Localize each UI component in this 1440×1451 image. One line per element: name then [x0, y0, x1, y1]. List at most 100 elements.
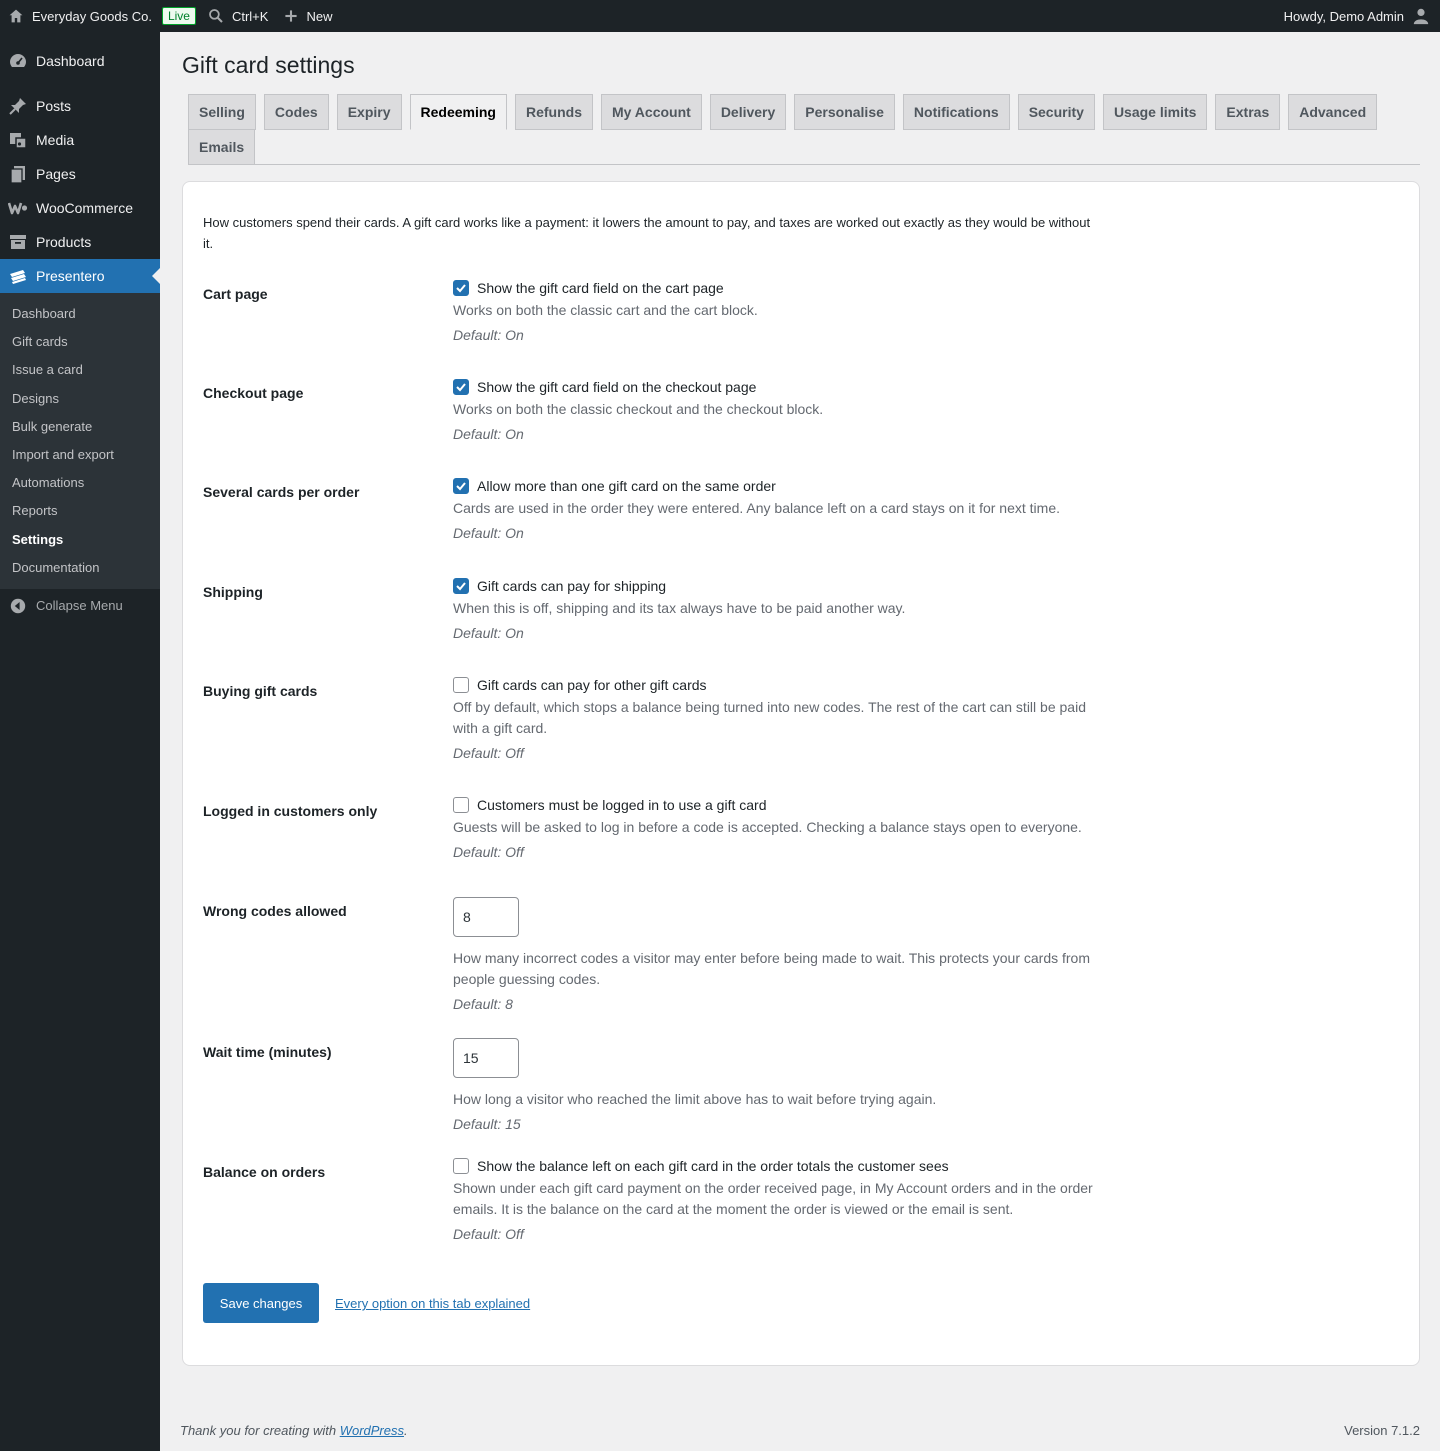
several-cards-checkbox-label[interactable]: Allow more than one gift card on the sam…: [477, 478, 776, 494]
home-icon: [9, 9, 23, 23]
settings-tabs: Selling Codes Expiry Redeeming Refunds M…: [188, 94, 1420, 165]
menu-products[interactable]: Products: [0, 225, 160, 259]
submenu-gift-cards[interactable]: Gift cards: [0, 328, 160, 356]
menu-presentero-label: Presentero: [36, 268, 105, 284]
tab-usage-limits[interactable]: Usage limits: [1102, 94, 1208, 130]
options-explained-link[interactable]: Every option on this tab explained: [335, 1296, 530, 1311]
submenu-bulk-generate[interactable]: Bulk generate: [0, 413, 160, 441]
submenu-issue-card[interactable]: Issue a card: [0, 356, 160, 384]
cart-page-checkbox[interactable]: [453, 280, 469, 296]
checkmark-icon: [456, 482, 466, 491]
tab-my-account[interactable]: My Account: [600, 94, 702, 130]
setting-label: Wrong codes allowed: [203, 903, 347, 919]
collapse-menu-button[interactable]: Collapse Menu: [0, 589, 160, 623]
cart-page-checkbox-label[interactable]: Show the gift card field on the cart pag…: [477, 280, 724, 296]
tabs-divider: [188, 164, 1420, 165]
tab-expiry[interactable]: Expiry: [336, 94, 402, 130]
media-icon: [8, 130, 28, 150]
menu-products-label: Products: [36, 234, 92, 250]
setting-default: Default: On: [453, 525, 524, 541]
greeting: Howdy, Demo Admin: [1283, 8, 1404, 24]
intro-text: How customers spend their cards. A gift …: [203, 215, 1091, 251]
balance-on-orders-checkbox[interactable]: [453, 1158, 469, 1174]
submenu-reports[interactable]: Reports: [0, 497, 160, 525]
save-changes-button[interactable]: Save changes: [203, 1283, 319, 1323]
setting-label: Cart page: [203, 286, 268, 302]
collapse-arrow-icon: [10, 598, 26, 614]
buying-gift-cards-checkbox[interactable]: [453, 677, 469, 693]
footer-thanks: Thank you for creating with WordPress.: [180, 1423, 408, 1438]
tab-selling[interactable]: Selling: [188, 94, 256, 130]
menu-posts[interactable]: Posts: [0, 89, 160, 123]
setting-description: Cards are used in the order they were en…: [453, 500, 1060, 516]
setting-description: When this is off, shipping and its tax a…: [453, 600, 906, 616]
tab-notifications[interactable]: Notifications: [902, 94, 1010, 130]
tab-extras[interactable]: Extras: [1215, 94, 1281, 130]
setting-description: Shown under each gift card payment on th…: [453, 1180, 1093, 1217]
admin-bar: Everyday Goods Co. Live Ctrl+K New Howdy…: [0, 0, 1440, 32]
menu-dashboard[interactable]: Dashboard: [0, 44, 160, 78]
site-home-link[interactable]: Everyday Goods Co.: [0, 0, 160, 32]
submenu-documentation[interactable]: Documentation: [0, 554, 160, 582]
setting-description: Guests will be asked to log in before a …: [453, 819, 1082, 835]
checkout-page-checkbox-label[interactable]: Show the gift card field on the checkout…: [477, 379, 756, 395]
submenu-dashboard[interactable]: Dashboard: [0, 300, 160, 328]
buying-gift-cards-checkbox-label[interactable]: Gift cards can pay for other gift cards: [477, 677, 707, 693]
site-name: Everyday Goods Co.: [32, 8, 152, 24]
menu-posts-label: Posts: [36, 98, 72, 114]
tab-personalise[interactable]: Personalise: [794, 94, 895, 130]
footer-thanks-suffix: .: [404, 1423, 408, 1438]
checkout-page-checkbox[interactable]: [453, 379, 469, 395]
setting-label: Shipping: [203, 584, 263, 600]
several-cards-checkbox[interactable]: [453, 478, 469, 494]
tab-codes[interactable]: Codes: [263, 94, 329, 130]
menu-woocommerce[interactable]: WooCommerce: [0, 191, 160, 225]
checkmark-icon: [456, 383, 466, 392]
search-shortcut[interactable]: Ctrl+K: [200, 0, 276, 32]
setting-description: Off by default, which stops a balance be…: [453, 699, 1086, 736]
wait-time-input[interactable]: 15: [453, 1038, 519, 1078]
new-content-button[interactable]: New: [276, 0, 340, 32]
settings-panel: How customers spend their cards. A gift …: [182, 181, 1420, 1366]
my-account-menu[interactable]: Howdy, Demo Admin: [1276, 0, 1440, 32]
menu-presentero[interactable]: Presentero: [0, 259, 160, 293]
menu-woocommerce-label: WooCommerce: [36, 200, 133, 216]
tab-security[interactable]: Security: [1017, 94, 1095, 130]
tab-refunds[interactable]: Refunds: [514, 94, 593, 130]
user-avatar-icon: [1413, 8, 1429, 25]
submenu-designs[interactable]: Designs: [0, 385, 160, 413]
setting-default: Default: On: [453, 426, 524, 442]
submenu-import-export[interactable]: Import and export: [0, 441, 160, 469]
setting-description: Works on both the classic cart and the c…: [453, 302, 758, 318]
pages-icon: [8, 164, 28, 184]
shipping-checkbox[interactable]: [453, 578, 469, 594]
wordpress-link[interactable]: WordPress: [340, 1423, 404, 1438]
wrong-codes-input[interactable]: 8: [453, 897, 519, 937]
logged-in-only-checkbox-label[interactable]: Customers must be logged in to use a gif…: [477, 797, 766, 813]
shipping-checkbox-label[interactable]: Gift cards can pay for shipping: [477, 578, 666, 594]
menu-media[interactable]: Media: [0, 123, 160, 157]
setting-default: Default: On: [453, 327, 524, 343]
setting-default: Default: 15: [453, 1116, 521, 1132]
plus-icon: [285, 10, 298, 22]
setting-label: Balance on orders: [203, 1164, 326, 1180]
tab-redeeming[interactable]: Redeeming: [409, 94, 507, 130]
submenu-automations[interactable]: Automations: [0, 469, 160, 497]
logged-in-only-checkbox[interactable]: [453, 797, 469, 813]
setting-default: Default: Off: [453, 844, 524, 860]
menu-pages-label: Pages: [36, 166, 76, 182]
dashboard-icon: [8, 51, 28, 71]
balance-on-orders-checkbox-label[interactable]: Show the balance left on each gift card …: [477, 1158, 949, 1174]
submenu-settings[interactable]: Settings: [0, 526, 160, 554]
tab-emails[interactable]: Emails: [188, 129, 256, 165]
tab-delivery[interactable]: Delivery: [709, 94, 787, 130]
tab-advanced[interactable]: Advanced: [1288, 94, 1378, 130]
checkmark-icon: [456, 582, 466, 591]
menu-pages[interactable]: Pages: [0, 157, 160, 191]
collapse-menu-label: Collapse Menu: [36, 598, 123, 614]
setting-description: Works on both the classic checkout and t…: [453, 401, 824, 417]
setting-label: Wait time (minutes): [203, 1044, 332, 1060]
setting-label: Checkout page: [203, 385, 304, 401]
setting-label: Several cards per order: [203, 484, 360, 500]
setting-description: How many incorrect codes a visitor may e…: [453, 950, 1091, 987]
